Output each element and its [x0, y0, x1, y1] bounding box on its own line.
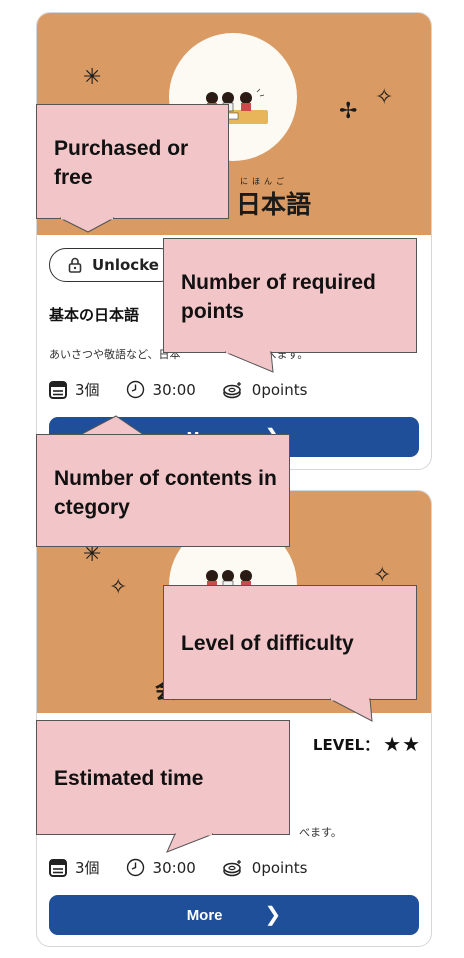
sparkle-small-decoration-icon: ✢: [339, 99, 358, 124]
estimated-time: 30:00: [126, 380, 196, 399]
course-description: べます。: [299, 826, 342, 839]
unlock-status-badge[interactable]: Unlocke: [49, 248, 177, 282]
banner-title: 日本語: [236, 190, 312, 219]
content-count: 3個: [49, 379, 100, 400]
content-count: 3個: [49, 857, 100, 878]
unlock-label: Unlocke: [92, 256, 159, 274]
sparkle-decoration-icon: ✧: [109, 575, 128, 600]
course-meta: 3個 30:00 0points: [49, 379, 333, 400]
required-points: 0points: [222, 859, 307, 877]
callout-pointer: [166, 833, 214, 853]
callout-contents-in-category: Number of contents in ctegory: [36, 434, 290, 547]
asterisk-decoration-icon: ✳: [83, 542, 102, 567]
clock-icon: [126, 380, 144, 399]
lock-open-icon: [68, 257, 82, 273]
asterisk-decoration-icon: ✳: [83, 65, 102, 90]
callout-required-points: Number of required points: [163, 238, 417, 353]
level-stars: ★★: [383, 732, 421, 756]
difficulty-level: LEVEL： ★★: [313, 732, 421, 756]
callout-pointer: [59, 217, 115, 233]
sparkle-decoration-icon: ✧: [373, 563, 392, 588]
course-title: 基本の日本語: [49, 306, 140, 324]
callout-estimated-time: Estimated time: [36, 720, 290, 835]
course-meta: 3個 30:00 0points: [49, 857, 333, 878]
coin-stack-icon: [223, 381, 241, 398]
sparkle-decoration-icon: ✧: [375, 85, 394, 110]
callout-level-of-difficulty: Level of difficulty: [163, 585, 417, 700]
level-label: LEVEL：: [312, 735, 380, 754]
required-points: 0points: [222, 381, 307, 399]
contents-icon: [49, 858, 67, 877]
contents-icon: [49, 380, 67, 399]
callout-purchased-or-free: Purchased or free: [36, 104, 229, 219]
estimated-time: 30:00: [126, 858, 196, 877]
more-button[interactable]: More ❯: [49, 895, 419, 935]
callout-pointer: [224, 351, 274, 373]
chevron-right-icon: ❯: [264, 904, 282, 926]
clock-icon: [126, 858, 144, 877]
coin-stack-icon: [223, 859, 241, 876]
callout-pointer: [329, 698, 373, 722]
callout-pointer: [79, 415, 146, 436]
